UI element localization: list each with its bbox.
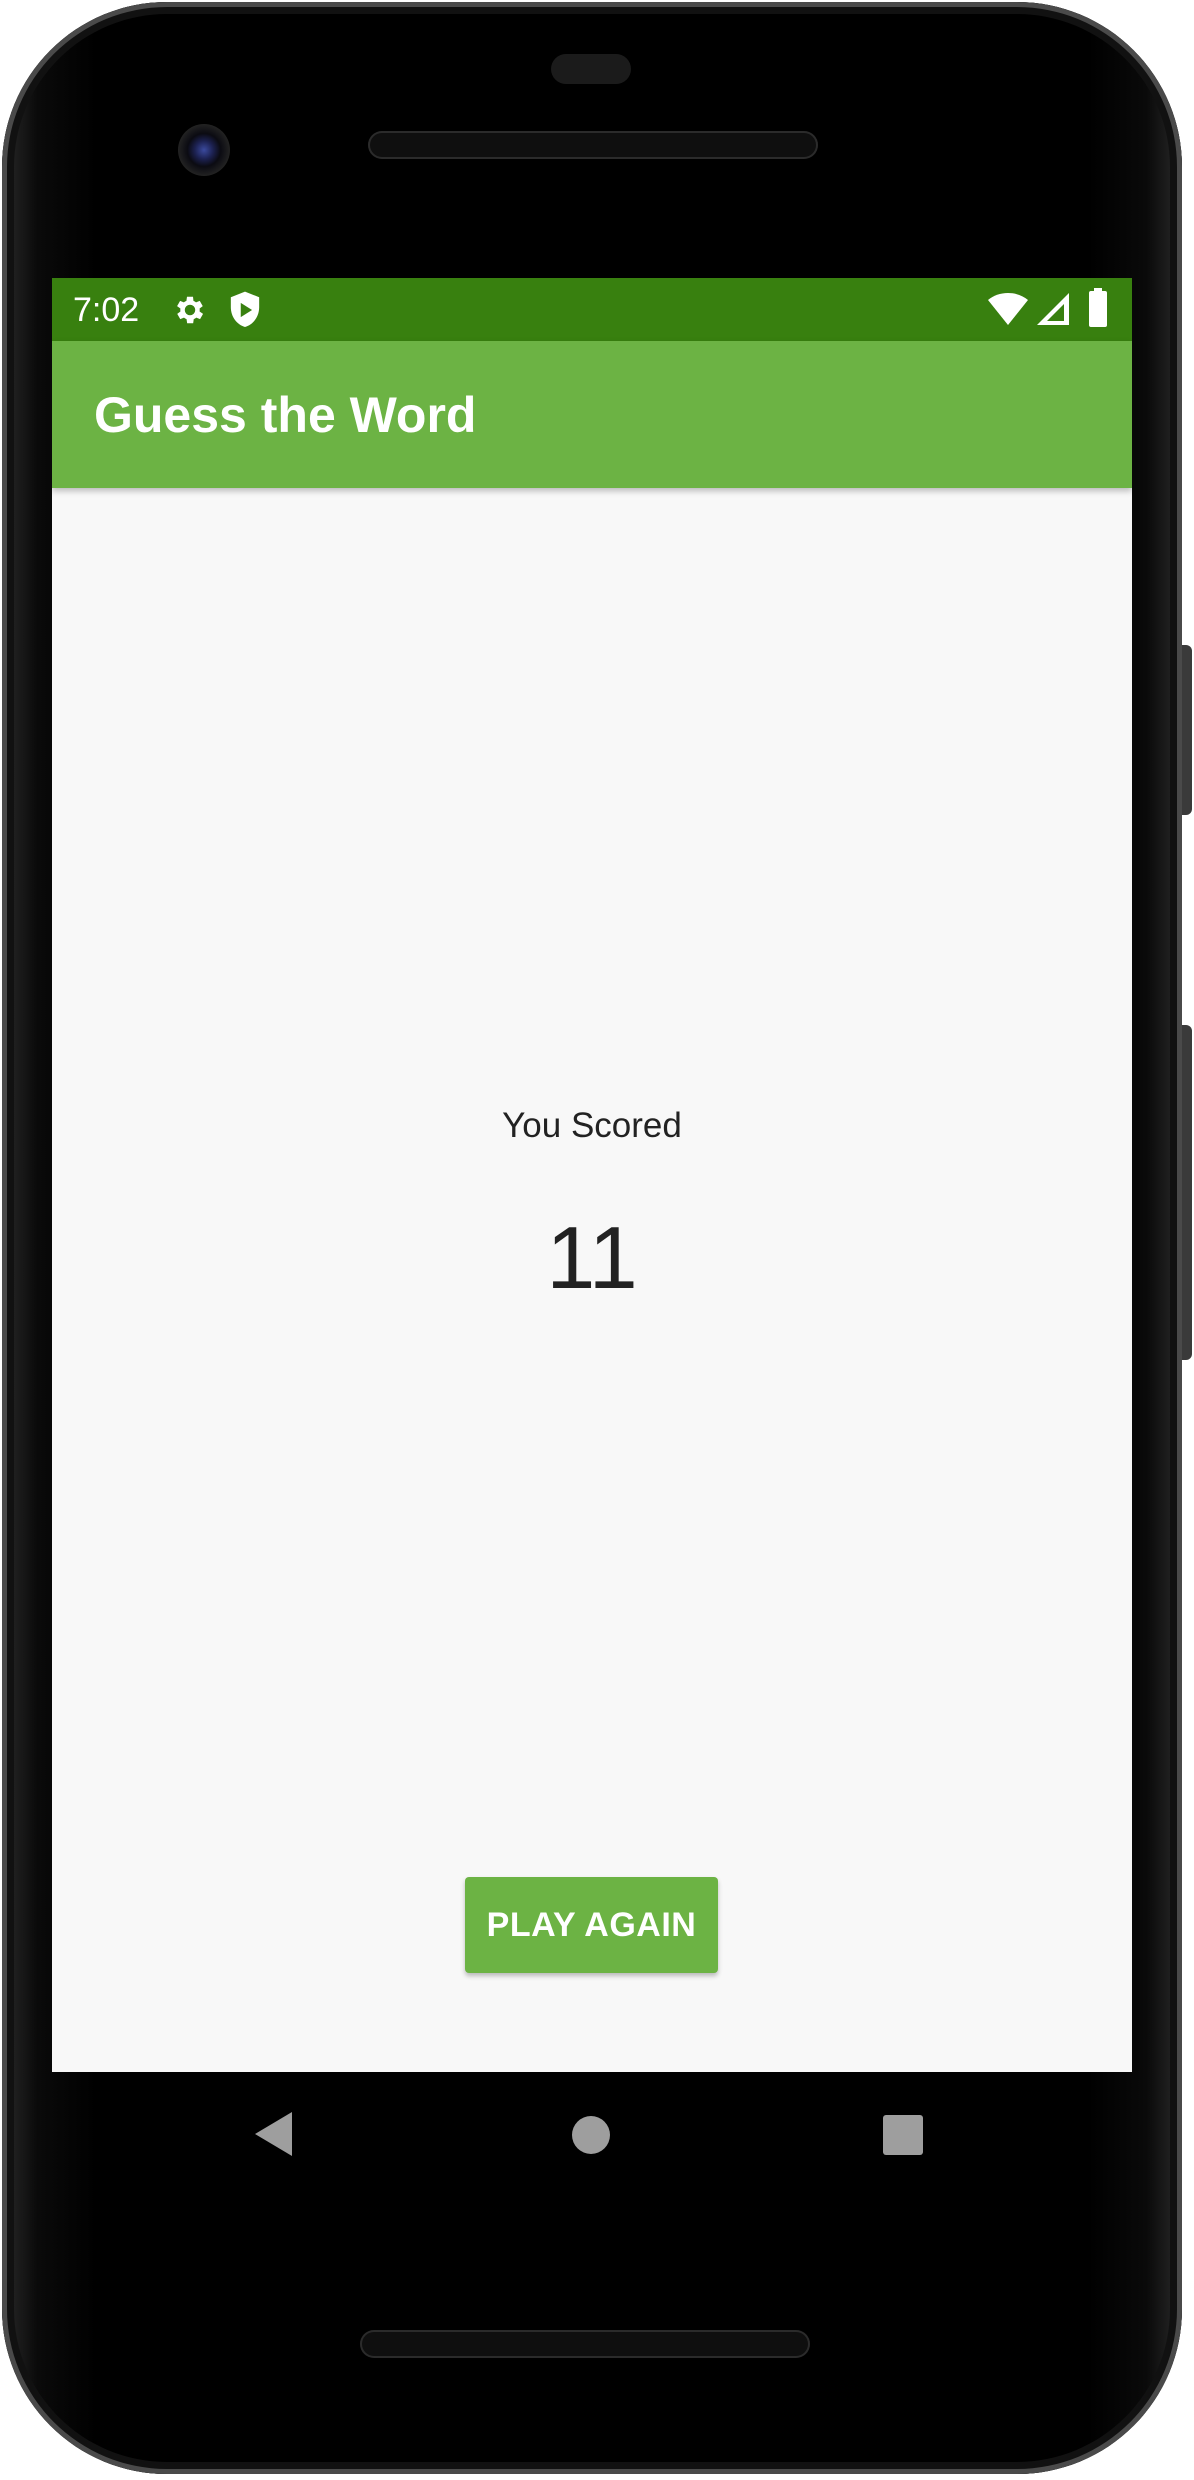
status-time: 7:02 [73, 291, 140, 329]
bottom-speaker [360, 2330, 810, 2358]
back-icon[interactable] [254, 2111, 294, 2161]
top-sensor-slot [551, 54, 631, 84]
earpiece-speaker [368, 131, 818, 159]
home-icon[interactable] [571, 2115, 611, 2159]
phone-frame: 7:02 Guess the Word You Scored 11 PLAY A… [0, 0, 1194, 2480]
app-bar: Guess the Word [52, 341, 1132, 488]
play-again-button[interactable]: PLAY AGAIN [465, 1877, 718, 1973]
score-value: 11 [546, 1208, 638, 1307]
power-button [1182, 1025, 1192, 1360]
recents-icon[interactable] [883, 2115, 923, 2159]
volume-button [1182, 645, 1192, 815]
score-label: You Scored [502, 1106, 682, 1145]
app-title: Guess the Word [94, 387, 477, 443]
front-camera-icon [178, 124, 230, 176]
status-bar: 7:02 [52, 278, 1132, 341]
cellular-signal-icon [1036, 292, 1070, 330]
battery-icon [1088, 288, 1108, 332]
gear-icon [172, 292, 208, 332]
screen: 7:02 Guess the Word You Scored 11 PLAY A… [52, 278, 1132, 2072]
wifi-icon [988, 292, 1028, 330]
shield-play-icon [228, 290, 262, 334]
